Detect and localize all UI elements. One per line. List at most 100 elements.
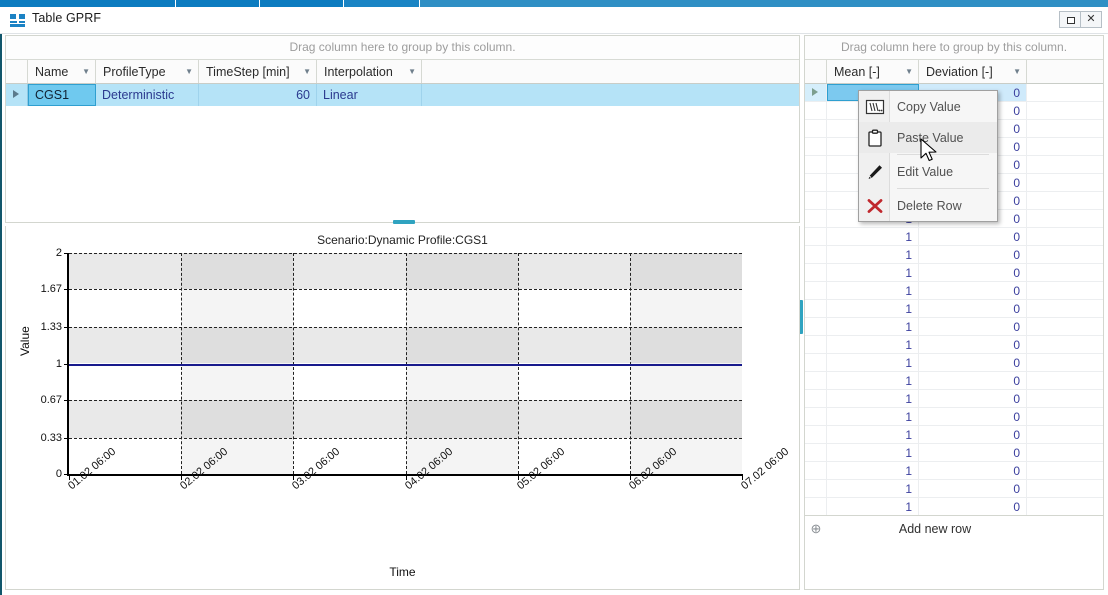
filter-icon[interactable]: ▼: [303, 67, 311, 76]
table-row[interactable]: 10: [805, 282, 1103, 300]
chart-x-axis-label: Time: [6, 565, 799, 579]
close-button[interactable]: ✕: [1080, 11, 1102, 28]
tab-strip-item[interactable]: [0, 0, 176, 7]
cell-deviation[interactable]: 0: [919, 372, 1027, 389]
column-header-mean[interactable]: Mean [-] ▼: [827, 60, 919, 83]
column-header-timestep[interactable]: TimeStep [min] ▼: [199, 60, 317, 83]
table-row[interactable]: 10: [805, 300, 1103, 318]
cell-deviation[interactable]: 0: [919, 318, 1027, 335]
cell-mean[interactable]: 1: [827, 426, 919, 443]
table-row[interactable]: 10: [805, 264, 1103, 282]
cell-mean[interactable]: 1: [827, 246, 919, 263]
filter-icon[interactable]: ▼: [1013, 67, 1021, 76]
window-title-bar: Table GPRF ✕: [0, 7, 1108, 34]
cell-deviation[interactable]: 0: [919, 408, 1027, 425]
cell-deviation[interactable]: 0: [919, 480, 1027, 497]
filter-icon[interactable]: ▼: [408, 67, 416, 76]
top-tab-strip[interactable]: [0, 0, 1108, 7]
cell-mean[interactable]: 1: [827, 318, 919, 335]
row-indicator: [805, 444, 827, 461]
cell-deviation[interactable]: 0: [919, 462, 1027, 479]
table-row[interactable]: CGS1 Deterministic 60 Linear: [6, 84, 799, 106]
tab-strip-item[interactable]: [260, 0, 344, 7]
chart-plot-area[interactable]: 00.330.6711.331.67201.02 06:0002.02 06:0…: [67, 253, 742, 476]
cell-deviation[interactable]: 0: [919, 282, 1027, 299]
column-header-name[interactable]: Name ▼: [28, 60, 96, 83]
filter-icon[interactable]: ▼: [82, 67, 90, 76]
column-header-profiletype[interactable]: ProfileType ▼: [96, 60, 199, 83]
menu-item-copy-value[interactable]: Copy Value: [859, 91, 997, 122]
cell-mean[interactable]: 1: [827, 444, 919, 461]
row-indicator: [805, 84, 827, 101]
menu-item-delete-row[interactable]: Delete Row: [859, 190, 997, 221]
add-new-row-button[interactable]: ⊕ Add new row: [805, 515, 1103, 541]
row-indicator: [805, 372, 827, 389]
table-row[interactable]: 10: [805, 372, 1103, 390]
table-row[interactable]: 10: [805, 336, 1103, 354]
column-header-interpolation[interactable]: Interpolation ▼: [317, 60, 422, 83]
cell-mean[interactable]: 1: [827, 228, 919, 245]
cell-deviation[interactable]: 0: [919, 336, 1027, 353]
table-row[interactable]: 10: [805, 390, 1103, 408]
application-window: Table GPRF ✕ Drag column here to group b…: [0, 0, 1108, 595]
left-group-panel[interactable]: Drag column here to group by this column…: [6, 36, 799, 60]
row-indicator: [805, 282, 827, 299]
cell-interpolation[interactable]: Linear: [317, 84, 422, 106]
cell-mean[interactable]: 1: [827, 282, 919, 299]
cell-mean[interactable]: 1: [827, 336, 919, 353]
cell-mean[interactable]: 1: [827, 264, 919, 281]
filter-icon[interactable]: ▼: [185, 67, 193, 76]
table-row[interactable]: 10: [805, 426, 1103, 444]
column-header-label: ProfileType: [103, 65, 166, 79]
chart-y-tick-mark: [64, 400, 69, 401]
table-row[interactable]: 10: [805, 444, 1103, 462]
table-row[interactable]: 10: [805, 246, 1103, 264]
cell-mean[interactable]: 1: [827, 390, 919, 407]
restore-icon: [1067, 17, 1075, 24]
cell-deviation[interactable]: 0: [919, 300, 1027, 317]
cell-deviation[interactable]: 0: [919, 444, 1027, 461]
cell-deviation[interactable]: 0: [919, 264, 1027, 281]
cell-mean[interactable]: 1: [827, 408, 919, 425]
left-header-indicator: [6, 60, 28, 83]
row-indicator: [805, 462, 827, 479]
cell-deviation[interactable]: 0: [919, 390, 1027, 407]
cell-deviation[interactable]: 0: [919, 426, 1027, 443]
cell-deviation[interactable]: 0: [919, 354, 1027, 371]
table-row[interactable]: 10: [805, 408, 1103, 426]
cell-mean[interactable]: 1: [827, 462, 919, 479]
close-icon: ✕: [1081, 12, 1101, 27]
row-indicator: [805, 426, 827, 443]
cell-profiletype[interactable]: Deterministic: [96, 84, 199, 106]
horizontal-splitter-handle[interactable]: [393, 220, 415, 224]
table-row[interactable]: 10: [805, 498, 1103, 515]
cell-mean[interactable]: 1: [827, 480, 919, 497]
cell-name[interactable]: CGS1: [28, 84, 96, 106]
right-group-panel[interactable]: Drag column here to group by this column…: [805, 36, 1103, 60]
row-indicator: [805, 480, 827, 497]
column-header-label: Interpolation: [324, 65, 393, 79]
row-indicator: [805, 408, 827, 425]
menu-separator: [897, 188, 989, 189]
cell-deviation[interactable]: 0: [919, 246, 1027, 263]
restore-button[interactable]: [1059, 11, 1081, 28]
chart-x-tick-label: 07.02 06:00: [739, 446, 791, 493]
cell-deviation[interactable]: 0: [919, 228, 1027, 245]
cell-mean[interactable]: 1: [827, 300, 919, 317]
add-new-row-label: Add new row: [827, 522, 1103, 536]
cell-mean[interactable]: 1: [827, 354, 919, 371]
tab-strip-item-active[interactable]: [344, 0, 420, 7]
row-indicator: [805, 228, 827, 245]
cell-mean[interactable]: 1: [827, 498, 919, 515]
cell-timestep[interactable]: 60: [199, 84, 317, 106]
table-row[interactable]: 10: [805, 318, 1103, 336]
table-row[interactable]: 10: [805, 480, 1103, 498]
table-row[interactable]: 10: [805, 228, 1103, 246]
cell-mean[interactable]: 1: [827, 372, 919, 389]
tab-strip-item[interactable]: [176, 0, 260, 7]
filter-icon[interactable]: ▼: [905, 67, 913, 76]
column-header-deviation[interactable]: Deviation [-] ▼: [919, 60, 1027, 83]
table-row[interactable]: 10: [805, 462, 1103, 480]
cell-deviation[interactable]: 0: [919, 498, 1027, 515]
table-row[interactable]: 10: [805, 354, 1103, 372]
